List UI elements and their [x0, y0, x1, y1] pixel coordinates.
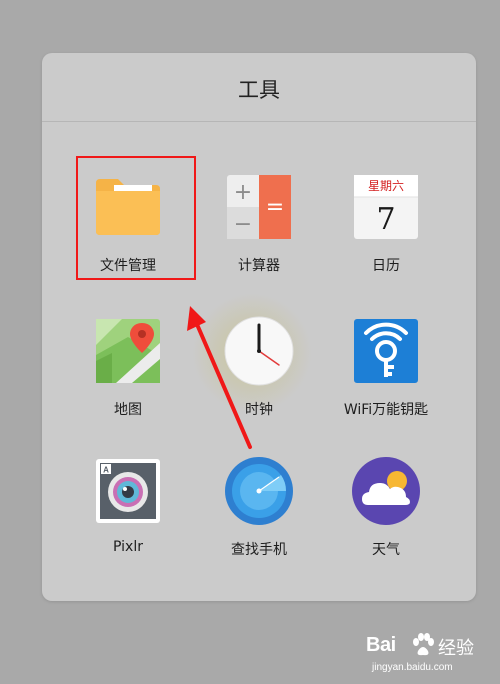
calendar-icon: 星期六 7	[350, 171, 422, 243]
calculator-icon: + − =	[223, 171, 295, 243]
camera-lens-icon: A	[92, 455, 164, 527]
calendar-day: 7	[376, 202, 395, 237]
app-label: 日历	[372, 258, 400, 274]
app-pixlr[interactable]: A Pixlr	[68, 455, 188, 565]
folder-title[interactable]: 工具	[42, 74, 476, 104]
calendar-weekday: 星期六	[368, 179, 404, 193]
wifi-key-icon	[350, 315, 422, 387]
app-label: 查找手机	[231, 542, 287, 558]
app-label: 计算器	[238, 258, 280, 274]
app-label: 时钟	[245, 402, 273, 418]
app-label: 天气	[372, 542, 400, 558]
svg-text:A: A	[103, 466, 109, 475]
calc-minus-glyph: −	[234, 212, 252, 237]
app-find-phone[interactable]: 查找手机	[199, 455, 319, 565]
app-calculator[interactable]: + − = 计算器	[199, 171, 319, 281]
app-clock[interactable]: 时钟	[199, 315, 319, 425]
baidu-paw-icon	[413, 633, 434, 656]
folder-header: 工具	[42, 53, 476, 122]
calc-equals-glyph: =	[266, 195, 284, 220]
app-wifi-key[interactable]: WiFi万能钥匙	[326, 315, 446, 425]
watermark-url: jingyan.baidu.com	[372, 662, 453, 673]
radar-icon	[223, 455, 295, 527]
app-weather[interactable]: 天气	[326, 455, 446, 565]
tools-folder: 工具 文件管理 + − = 计算器 星期六 7 日历 地图 时钟 WiFi万能钥…	[42, 53, 476, 601]
app-label: Pixlr	[113, 539, 143, 555]
watermark-brand: Bai	[366, 634, 396, 656]
calc-plus-glyph: +	[234, 180, 252, 205]
highlight-box	[76, 156, 196, 280]
app-label: 地图	[114, 402, 142, 418]
app-calendar[interactable]: 星期六 7 日历	[326, 171, 446, 281]
map-icon	[92, 315, 164, 387]
app-maps[interactable]: 地图	[68, 315, 188, 425]
app-label: WiFi万能钥匙	[343, 402, 429, 418]
clock-icon	[223, 315, 295, 387]
watermark-brand-cn: 经验	[438, 638, 474, 659]
baidu-jingyan-watermark: Bai 经验 jingyan.baidu.com	[366, 632, 496, 680]
weather-icon	[350, 455, 422, 527]
